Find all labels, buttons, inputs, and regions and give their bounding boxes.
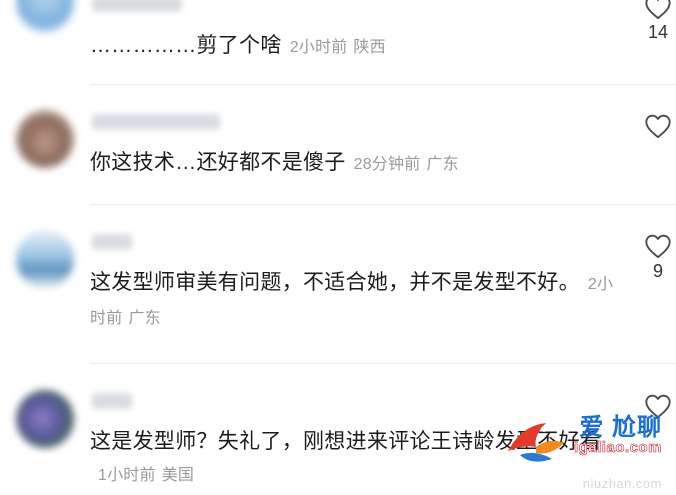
- comment-location: 陕西: [353, 39, 386, 56]
- comment-meta: 28分钟前 广东: [354, 156, 459, 173]
- comment-time: 1小时前: [98, 467, 156, 484]
- comment-content: 这发型师审美有问题，不适合她，并不是发型不好。: [90, 271, 580, 294]
- heart-outline-icon: [645, 394, 671, 419]
- comment-meta: 1小时前 美国: [98, 467, 194, 484]
- like-button[interactable]: [640, 113, 676, 141]
- heart-outline-icon: [645, 114, 671, 139]
- divider: [90, 84, 676, 85]
- comment-location: 美国: [161, 467, 195, 484]
- like-button[interactable]: 14: [640, 0, 676, 43]
- comment-content: ……………剪了个啥: [90, 34, 282, 57]
- comment-time: 2小时前: [289, 39, 348, 56]
- username-blurred[interactable]: [92, 0, 182, 12]
- comment-meta: 2小时前 陕西: [290, 39, 386, 56]
- heart-outline-icon: [645, 234, 671, 259]
- username-blurred[interactable]: [92, 393, 132, 409]
- comment-content: 这是发型师？失礼了，刚想进来评论王诗龄发型不好看: [90, 430, 602, 453]
- avatar[interactable]: [16, 110, 74, 168]
- heart-outline-icon: [645, 0, 671, 20]
- comment-text[interactable]: 你这技术…还好都不是傻子 28分钟前 广东: [90, 147, 630, 181]
- username-blurred[interactable]: [92, 114, 220, 130]
- like-button[interactable]: [640, 393, 676, 421]
- avatar[interactable]: [16, 0, 74, 32]
- comment-list: ……………剪了个啥 2小时前 陕西 14 你这技术…还好都不是傻子 28分钟前 广东 这…: [0, 0, 676, 495]
- comment-text[interactable]: ……………剪了个啥 2小时前 陕西: [90, 30, 630, 64]
- like-count: 9: [652, 261, 663, 281]
- comment-time: 28分钟前: [353, 156, 421, 173]
- like-count: 14: [647, 22, 669, 42]
- username-blurred[interactable]: [92, 234, 132, 250]
- divider: [90, 204, 676, 205]
- comment-location: 广东: [128, 310, 161, 327]
- avatar[interactable]: [16, 390, 74, 448]
- avatar[interactable]: [16, 230, 74, 288]
- comment-text[interactable]: 这发型师审美有问题，不适合她，并不是发型不好。 2小时前 广东: [90, 267, 615, 335]
- comment-text[interactable]: 这是发型师？失礼了，刚想进来评论王诗龄发型不好看 1小时前 美国: [90, 426, 615, 492]
- like-button[interactable]: 9: [640, 233, 676, 282]
- divider: [90, 363, 676, 364]
- comment-content: 你这技术…还好都不是傻子: [90, 151, 346, 174]
- comment-location: 广东: [426, 156, 459, 173]
